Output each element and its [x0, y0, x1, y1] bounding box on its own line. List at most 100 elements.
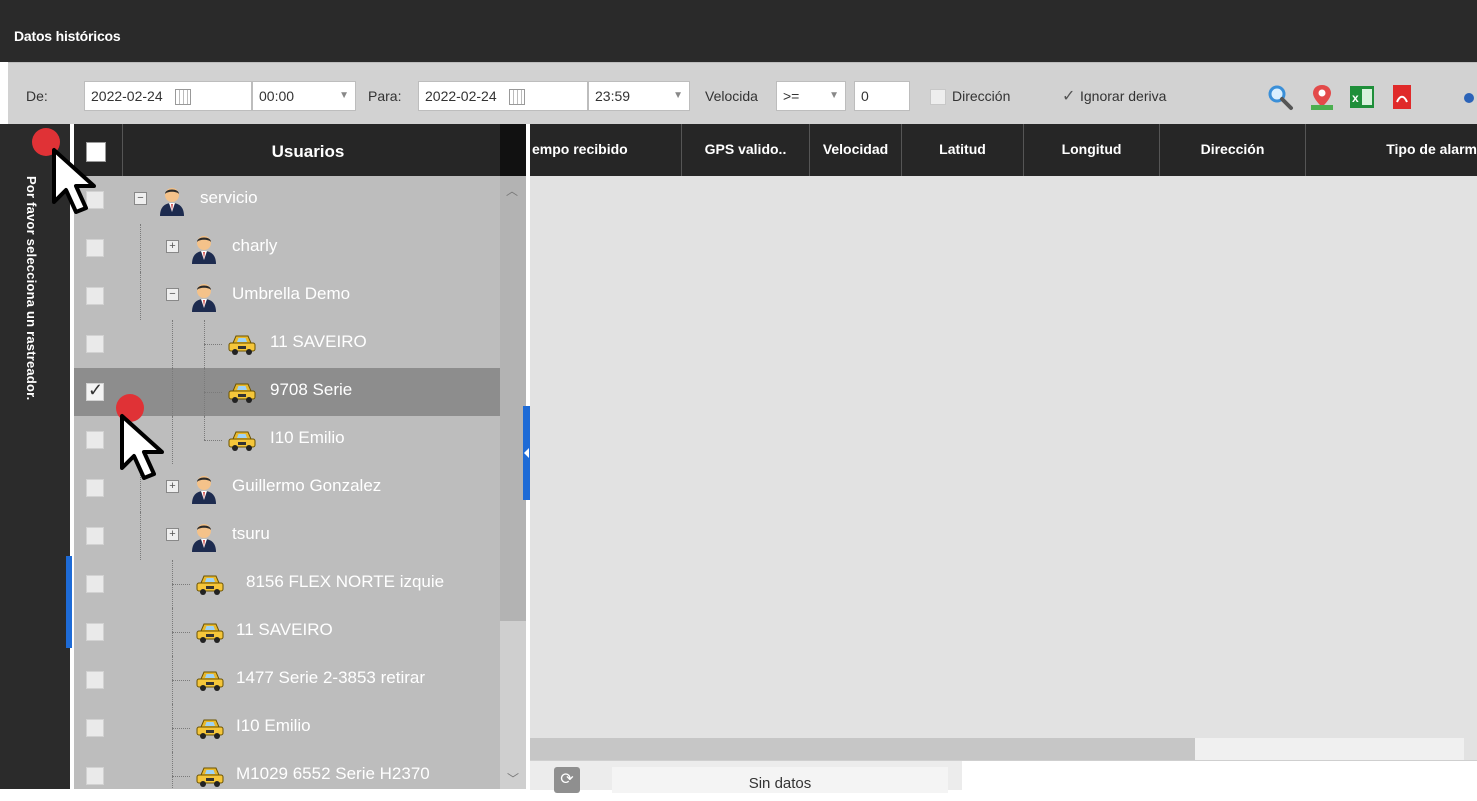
chevron-down-icon[interactable]: ▼: [673, 82, 683, 110]
checkmark-icon[interactable]: ✓: [1062, 82, 1080, 112]
ignore-drift-label: Ignorar deriva: [1080, 88, 1167, 104]
history-data-grid: empo recibido GPS valido.. Velocidad Lat…: [530, 124, 1477, 793]
car-icon: [196, 623, 224, 643]
scrollbar-thumb[interactable]: [500, 176, 526, 621]
refresh-icon[interactable]: ⟳: [554, 767, 580, 793]
svg-text:x: x: [1352, 91, 1359, 105]
select-tracker-hint: Por favor selecciona un rastreador.: [24, 176, 39, 401]
tree-row-label: M1029 6552 Serie H2370: [236, 764, 430, 783]
car-icon: [196, 671, 224, 691]
row-checkbox[interactable]: [86, 335, 104, 353]
from-date-field[interactable]: 2022-02-24: [84, 81, 252, 111]
tree-row-label: 11 SAVEIRO: [236, 620, 333, 639]
excel-icon[interactable]: x: [1348, 83, 1376, 111]
tree-row-vehicle[interactable]: 11 SAVEIRO: [74, 320, 500, 368]
collapse-icon[interactable]: −: [134, 192, 147, 205]
tree-row-vehicle[interactable]: M1029 6552 Serie H2370: [74, 752, 500, 789]
map-marker-icon[interactable]: [1308, 83, 1336, 111]
tree-row-label: 8156 FLEX NORTE izquie: [246, 572, 445, 591]
user-icon: [192, 476, 216, 504]
expand-icon[interactable]: +: [166, 240, 179, 253]
row-checkbox[interactable]: [86, 623, 104, 641]
to-date-field[interactable]: 2022-02-24: [418, 81, 588, 111]
expand-handle[interactable]: [66, 556, 72, 648]
window-title: Datos históricos: [14, 28, 121, 44]
grid-column-header[interactable]: Velocidad: [810, 124, 902, 176]
speed-operator-select[interactable]: >= ▼: [776, 81, 846, 111]
car-icon: [228, 335, 256, 355]
tree-row-umbrella-demo[interactable]: − Umbrella Demo: [74, 272, 500, 320]
user-icon: [192, 236, 216, 264]
calendar-icon[interactable]: [508, 89, 525, 106]
calendar-icon[interactable]: [174, 89, 191, 106]
tree-row-tsuru[interactable]: + tsuru: [74, 512, 500, 560]
grid-column-header[interactable]: Dirección: [1160, 124, 1306, 176]
row-checkbox[interactable]: [86, 287, 104, 305]
ignore-drift-checkbox[interactable]: ✓ Ignorar deriva: [1062, 81, 1166, 111]
speed-input-value: 0: [861, 88, 869, 104]
row-checkbox[interactable]: [86, 719, 104, 737]
pdf-icon[interactable]: [1388, 83, 1416, 111]
window-titlebar: Datos históricos: [0, 0, 1477, 62]
row-checkbox[interactable]: [86, 575, 104, 593]
row-checkbox[interactable]: [86, 479, 104, 497]
from-date-value: 2022-02-24: [91, 88, 163, 104]
grid-column-header[interactable]: empo recibido: [530, 124, 682, 176]
collapsed-side-panel[interactable]: Por favor selecciona un rastreador.: [0, 124, 72, 789]
row-checkbox[interactable]: [86, 527, 104, 545]
tree-row-vehicle[interactable]: I10 Emilio: [74, 704, 500, 752]
row-checkbox-checked[interactable]: [86, 380, 104, 401]
user-icon: [192, 524, 216, 552]
row-checkbox[interactable]: [86, 767, 104, 785]
grid-horizontal-scrollbar[interactable]: [530, 738, 1464, 760]
to-date-value: 2022-02-24: [425, 88, 497, 104]
from-label: De:: [26, 88, 48, 104]
search-icon[interactable]: [1266, 83, 1294, 111]
grid-column-header[interactable]: Longitud: [1024, 124, 1160, 176]
user-icon: [160, 188, 184, 216]
filter-toolbar: De: 2022-02-24 00:00 ▼ Para: 2022-02-24 …: [8, 62, 1477, 124]
from-time-select[interactable]: 00:00 ▼: [252, 81, 356, 111]
chevron-up-icon[interactable]: ︿: [506, 182, 518, 199]
car-icon: [196, 719, 224, 739]
mouse-cursor-icon: [120, 414, 164, 480]
checkbox-box[interactable]: [930, 89, 946, 106]
tree-row-label: Umbrella Demo: [232, 284, 351, 303]
tree-row-servicio[interactable]: − servicio: [74, 176, 500, 224]
speed-input[interactable]: 0: [854, 81, 910, 111]
tree-row-charly[interactable]: + charly: [74, 224, 500, 272]
more-icon[interactable]: [1464, 93, 1474, 103]
direction-checkbox[interactable]: Dirección: [930, 81, 1010, 111]
tree-row-vehicle[interactable]: 1477 Serie 2-3853 retirar: [74, 656, 500, 704]
tree-header-title: Usuarios: [271, 142, 345, 161]
chevron-down-icon[interactable]: ▼: [339, 82, 349, 110]
tree-row-label: Guillermo Gonzalez: [232, 476, 382, 495]
tree-row-vehicle[interactable]: 11 SAVEIRO: [74, 608, 500, 656]
tree-row-label: I10 Emilio: [236, 716, 311, 735]
car-icon: [228, 383, 256, 403]
row-checkbox[interactable]: [86, 671, 104, 689]
to-time-select[interactable]: 23:59 ▼: [588, 81, 690, 111]
grid-header: empo recibido GPS valido.. Velocidad Lat…: [530, 124, 1477, 176]
empty-status-text: Sin datos: [612, 767, 948, 793]
scrollbar-thumb[interactable]: [530, 738, 1195, 760]
chevron-down-icon[interactable]: ▼: [829, 82, 839, 110]
grid-column-header[interactable]: GPS valido..: [682, 124, 810, 176]
tree-row-label: I10 Emilio: [270, 428, 345, 447]
expand-icon[interactable]: +: [166, 528, 179, 541]
tree-header: Usuarios: [74, 124, 526, 176]
tree-row-vehicle[interactable]: 8156 FLEX NORTE izquie: [74, 560, 500, 608]
car-icon: [196, 575, 224, 595]
row-checkbox[interactable]: [86, 431, 104, 449]
row-checkbox[interactable]: [86, 239, 104, 257]
grid-pagination-bar: ⟳ Sin datos: [530, 760, 1477, 793]
to-time-value: 23:59: [595, 88, 631, 104]
grid-column-header[interactable]: Latitud: [902, 124, 1024, 176]
speed-operator-value: >=: [783, 88, 800, 104]
grid-column-header[interactable]: Tipo de alarm: [1306, 124, 1477, 176]
tree-row-label: 1477 Serie 2-3853 retirar: [236, 668, 426, 687]
collapse-icon[interactable]: −: [166, 288, 179, 301]
chevron-down-icon[interactable]: ﹀: [507, 770, 519, 787]
car-icon: [228, 431, 256, 451]
from-time-value: 00:00: [259, 88, 295, 104]
